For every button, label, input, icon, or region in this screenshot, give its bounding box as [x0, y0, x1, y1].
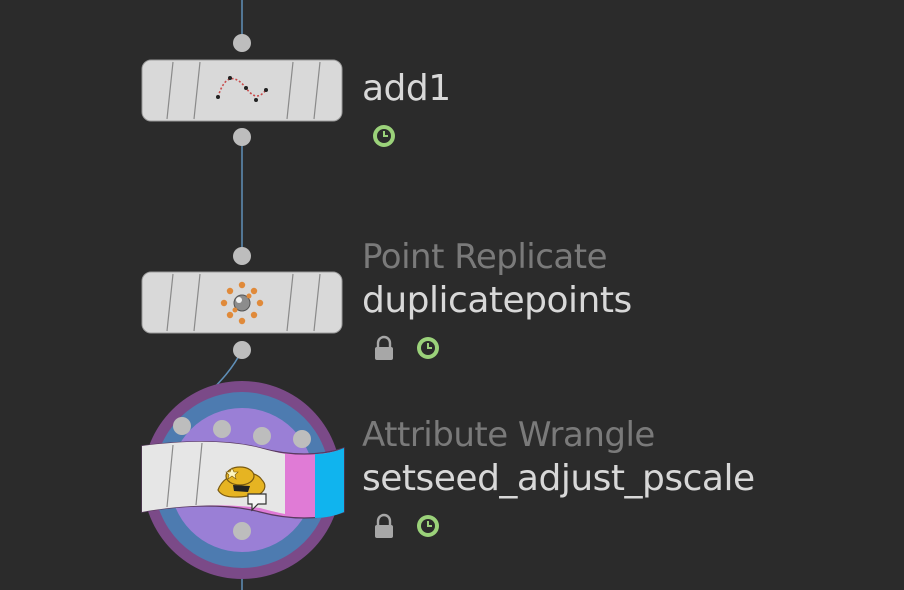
- node-name-setseed-adjust-pscale[interactable]: setseed_adjust_pscale: [362, 458, 755, 499]
- time-dependent-icon: [373, 125, 395, 147]
- input-connector[interactable]: [233, 34, 251, 52]
- lock-icon[interactable]: [371, 513, 397, 539]
- lock-icon[interactable]: [371, 335, 397, 361]
- input-connector[interactable]: [233, 247, 251, 265]
- input-connector-1[interactable]: [173, 417, 191, 435]
- node-setseed-adjust-pscale[interactable]: [130, 380, 360, 590]
- output-connector[interactable]: [233, 341, 251, 359]
- node-type-point-replicate: Point Replicate: [362, 237, 608, 277]
- node-name-duplicatepoints[interactable]: duplicatepoints: [362, 280, 632, 321]
- input-connector-4[interactable]: [293, 430, 311, 448]
- node-duplicatepoints[interactable]: [138, 243, 348, 363]
- network-editor[interactable]: add1 Point Replicate duplicatepoints Att…: [0, 0, 904, 590]
- node-name-add1[interactable]: add1: [362, 68, 451, 109]
- time-dependent-icon: [417, 515, 439, 537]
- output-connector[interactable]: [233, 128, 251, 146]
- node-add1[interactable]: [138, 30, 348, 150]
- input-connector-3[interactable]: [253, 427, 271, 445]
- input-connector-2[interactable]: [213, 420, 231, 438]
- output-connector[interactable]: [233, 522, 251, 540]
- node-type-attribute-wrangle: Attribute Wrangle: [362, 415, 655, 455]
- time-dependent-icon: [417, 337, 439, 359]
